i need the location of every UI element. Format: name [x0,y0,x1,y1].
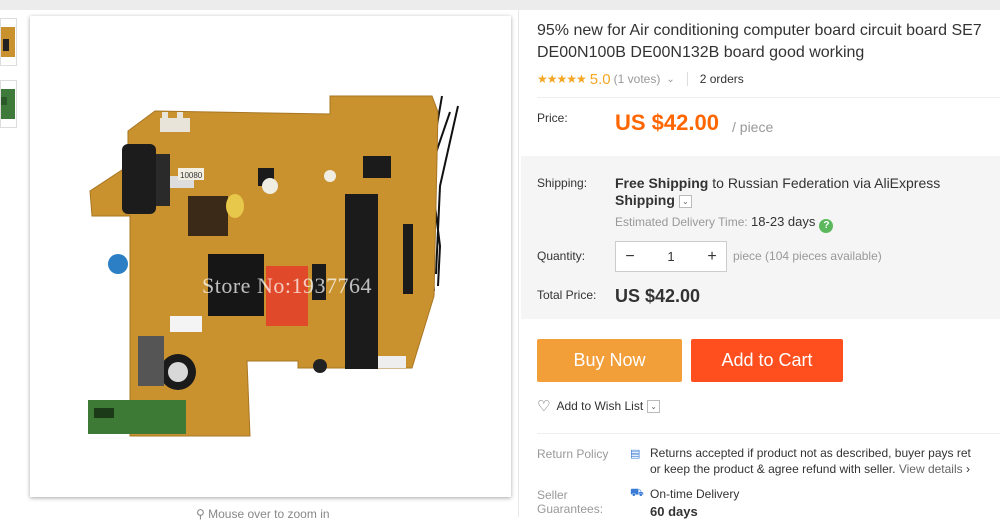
truck-icon: ⛟ [630,487,644,499]
board-label: 10080 [180,171,203,180]
view-details-link[interactable]: View details [899,462,963,476]
top-bar [0,0,1000,10]
thumbnail-1[interactable] [0,18,17,66]
total-price-value: US $42.00 [615,286,701,306]
thumbnail-image [1,87,15,121]
rating-votes[interactable]: (1 votes) [614,72,661,86]
return-policy-text: Returns accepted if product not as descr… [650,445,971,477]
thumbnail-image [1,25,15,59]
price-value: US $42.00 [615,110,719,135]
shipping-country[interactable]: Russian Federation via AliExpress [728,175,940,191]
store-watermark: Store No:1937764 [202,273,372,298]
return-policy-icon: ▤ [630,448,641,460]
product-image[interactable]: 10080 Store No:1937764 [30,16,511,497]
help-icon[interactable]: ? [819,219,834,233]
title-line-1: 95% new for Air conditioning computer bo… [537,22,982,39]
divider [537,433,1000,434]
orders-count: 2 orders [699,72,744,86]
magnifier-icon: ⚲ [196,507,205,521]
circuit-board-image: 10080 [88,95,459,437]
thumbnail-2[interactable] [0,80,17,128]
rating-row: ★★★★★ 5.0 (1 votes) ⌄ 2 orders [537,70,744,88]
price-unit: / piece [732,119,774,135]
quantity-available: piece (104 pieces available) [733,249,882,263]
zoom-hint: ⚲ Mouse over to zoom in [196,507,330,521]
add-to-wish-list[interactable]: ♡ Add to Wish List ⌄ [537,397,661,415]
chevron-down-icon[interactable]: ⌄ [678,195,692,208]
on-time-delivery: On-time Delivery [650,487,740,501]
estimated-delivery-value: 18-23 days [751,214,816,229]
title-line-2: DE00N100B DE00N132B board good working [537,44,865,61]
shipping-method[interactable]: Shipping ⌄ [615,192,692,208]
seller-guarantees-label-line-1: Seller [537,488,568,502]
estimated-delivery-label: Estimated Delivery Time: [615,215,752,229]
quantity-decrease-button[interactable]: − [616,248,644,266]
shipping-info: Free Shipping to Russian Federation via … [615,174,940,192]
chevron-down-icon[interactable]: ⌄ [666,74,674,85]
seller-guarantees-label-line-2: Guarantees: [537,502,604,516]
quantity-stepper: − 1 + [615,241,727,272]
seller-guarantees-label: Seller Guarantees: [537,488,603,516]
total-price-label: Total Price: [537,288,597,302]
quantity-input[interactable]: 1 [644,249,698,264]
return-policy-line-1: Returns accepted if product not as descr… [650,446,971,460]
shipping-label: Shipping: [537,176,588,190]
divider [537,97,1000,98]
buy-now-button[interactable]: Buy Now [537,339,682,382]
divider [686,72,688,86]
product-title: 95% new for Air conditioning computer bo… [537,20,1000,64]
quantity-label: Quantity: [537,249,586,263]
price-label: Price: [537,111,568,125]
shipping-method-label: Shipping [615,192,675,208]
column-divider [518,10,519,517]
chevron-right-icon[interactable]: › [966,462,970,476]
rating-score[interactable]: 5.0 [590,71,611,88]
wish-list-label: Add to Wish List [556,399,644,413]
quantity-increase-button[interactable]: + [698,248,726,266]
return-policy-line-2: or keep the product & agree refund with … [650,462,899,476]
shipping-to: to [708,175,728,191]
star-rating-icon: ★★★★★ [537,72,587,86]
free-shipping: Free Shipping [615,175,709,191]
return-policy-label: Return Policy [537,447,609,461]
chevron-down-icon[interactable]: ⌄ [647,399,661,413]
add-to-cart-button[interactable]: Add to Cart [691,339,843,382]
heart-icon: ♡ [537,398,551,415]
estimated-delivery: Estimated Delivery Time: 18-23 days? [615,214,834,233]
zoom-hint-text: Mouse over to zoom in [208,507,330,521]
